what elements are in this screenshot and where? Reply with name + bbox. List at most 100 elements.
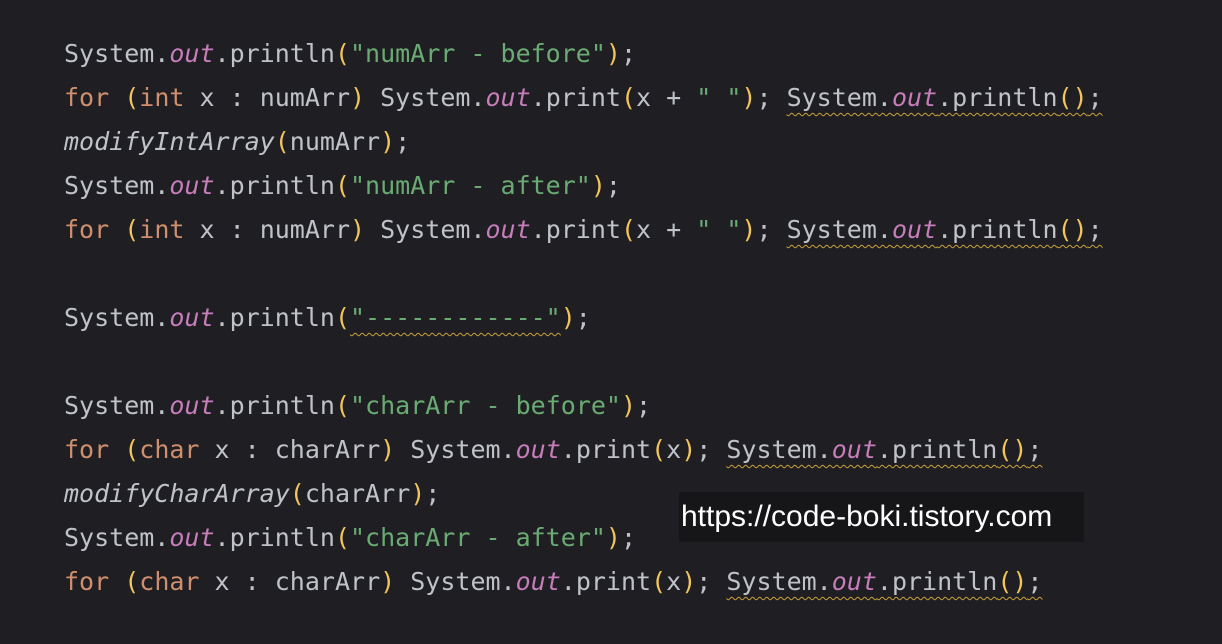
code-token-field: out <box>169 171 215 200</box>
code-token-paren: ( <box>334 523 350 552</box>
code-token-field: out <box>169 391 215 420</box>
code-token-string: "numArr - after" <box>350 171 591 200</box>
code-token-plain: System. <box>64 303 170 332</box>
code-token-paren: ) <box>560 303 576 332</box>
code-token-paren: ( <box>334 171 350 200</box>
code-token-plain: .println <box>214 391 335 420</box>
code-token-plain: x : charArr <box>199 567 381 596</box>
code-token-paren: ( <box>289 479 305 508</box>
code-token-plain: ; <box>425 479 441 508</box>
code-token-plain: ; <box>1087 215 1103 244</box>
code-token-plain: System. <box>726 567 832 596</box>
code-token-plain: .println <box>214 523 335 552</box>
code-line[interactable]: for (int x : numArr) System.out.print(x … <box>64 76 1222 120</box>
code-token-plain: x <box>666 435 682 464</box>
code-line[interactable]: System.out.println("charArr - before"); <box>64 384 1222 428</box>
code-token-paren: ( <box>124 567 140 596</box>
code-token-paren: ( <box>124 435 140 464</box>
code-token-plain: x : charArr <box>199 435 381 464</box>
code-token-paren: ( <box>124 83 140 112</box>
code-token-paren: ) <box>681 435 697 464</box>
code-token-plain: ; <box>696 435 727 464</box>
code-token-field: out <box>169 303 215 332</box>
code-token-keyword: for <box>64 435 110 464</box>
code-token-plain: System. <box>365 83 486 112</box>
code-token-field: out <box>515 435 561 464</box>
code-token-plain: System. <box>64 523 170 552</box>
code-token-paren: ( <box>334 391 350 420</box>
code-token-plain: System. <box>64 39 170 68</box>
code-token-paren: ) <box>380 127 396 156</box>
code-token-field: out <box>169 523 215 552</box>
code-token-keyword: int <box>139 83 185 112</box>
code-token-plain: x : numArr <box>184 215 351 244</box>
code-token-string: "------------" <box>350 303 561 332</box>
code-token-paren: ) <box>741 215 757 244</box>
code-token-string: " " <box>696 83 742 112</box>
code-token-paren: ) <box>380 567 396 596</box>
code-token-keyword: for <box>64 567 110 596</box>
code-token-plain: .println <box>876 435 998 464</box>
code-token-string: "charArr - after" <box>350 523 606 552</box>
code-token-paren: () <box>997 567 1028 596</box>
code-token-plain: System. <box>395 567 516 596</box>
code-token-plain: ; <box>575 303 591 332</box>
blank-line[interactable] <box>64 252 1222 296</box>
code-token-plain: System. <box>64 171 170 200</box>
code-token-paren: ( <box>651 435 667 464</box>
code-token-plain: .println <box>214 303 335 332</box>
code-line[interactable]: System.out.println("numArr - before"); <box>64 32 1222 76</box>
code-token-plain: x : numArr <box>184 83 351 112</box>
code-token-paren: ) <box>620 391 636 420</box>
code-token-field: out <box>169 39 215 68</box>
code-token-plain: .print <box>560 567 652 596</box>
code-token-plain: System. <box>786 83 892 112</box>
code-line[interactable]: for (int x : numArr) System.out.print(x … <box>64 208 1222 252</box>
code-token-plain: ; <box>696 567 727 596</box>
code-token-paren: ) <box>741 83 757 112</box>
code-token-field: out <box>485 215 531 244</box>
code-token-paren: ) <box>350 83 366 112</box>
code-token-paren: ( <box>274 127 290 156</box>
code-token-plain: ; <box>756 83 787 112</box>
code-line[interactable]: for (char x : charArr) System.out.print(… <box>64 428 1222 472</box>
code-token-plain: ; <box>620 523 636 552</box>
code-token-paren: ( <box>124 215 140 244</box>
code-token-paren: ( <box>620 83 637 112</box>
code-token-plain: ; <box>1087 83 1103 112</box>
code-token-plain: .println <box>214 171 335 200</box>
code-token-plain: .print <box>530 83 621 112</box>
code-line[interactable]: System.out.println("------------"); <box>64 296 1222 340</box>
code-token-plain: .print <box>530 215 621 244</box>
code-token-plain: .println <box>876 567 998 596</box>
code-editor[interactable]: System.out.println("numArr - before"); fo… <box>0 0 1222 644</box>
code-token-field: out <box>831 435 877 464</box>
code-token-plain: .println <box>214 39 335 68</box>
code-line[interactable]: modifyIntArray(numArr); <box>64 120 1222 164</box>
code-line[interactable]: System.out.println("numArr - after"); <box>64 164 1222 208</box>
code-token-plain: x + <box>636 215 697 244</box>
code-token-paren: () <box>997 435 1028 464</box>
blank-line[interactable] <box>64 340 1222 384</box>
code-token-paren: ( <box>620 215 637 244</box>
code-token-paren: ) <box>590 171 606 200</box>
code-token-plain: System. <box>365 215 486 244</box>
code-token-method-italic: modifyIntArray <box>64 127 275 156</box>
code-token-field: out <box>891 83 938 112</box>
code-token-string: "numArr - before" <box>350 39 606 68</box>
code-token-plain: ; <box>1027 435 1043 464</box>
code-token-plain: System. <box>64 391 170 420</box>
code-token-paren: ) <box>605 39 621 68</box>
code-token-keyword: for <box>64 215 110 244</box>
code-token-paren: () <box>1057 215 1088 244</box>
code-token-plain: ; <box>756 215 787 244</box>
code-token-paren: ( <box>334 303 350 332</box>
code-token-plain: x <box>666 567 682 596</box>
code-line[interactable]: for (char x : charArr) System.out.print(… <box>64 560 1222 604</box>
code-token-string: "charArr - before" <box>350 391 621 420</box>
code-token-plain: ; <box>1027 567 1043 596</box>
